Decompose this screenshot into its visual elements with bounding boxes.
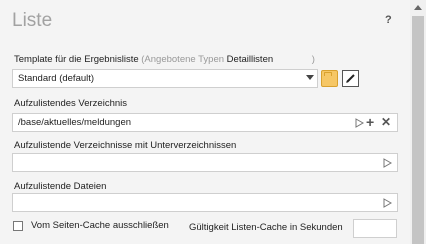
exclude-cache-label: Vom Seiten-Cache ausschließen <box>31 220 169 231</box>
directory-label: Aufzulistendes Verzeichnis <box>14 98 128 109</box>
page-title: Liste <box>12 10 53 31</box>
directory-value: /base/aktuelles/meldungen <box>18 117 132 128</box>
remove-icon[interactable]: ✕ <box>381 115 391 129</box>
vertical-scrollbar[interactable] <box>410 0 426 244</box>
add-icon[interactable]: + <box>366 115 374 129</box>
chevron-down-icon <box>306 75 314 80</box>
template-types-hint: (Angebotene Typen <box>141 54 225 65</box>
cache-validity-input[interactable] <box>353 219 397 238</box>
exclude-cache-checkbox[interactable] <box>13 221 23 231</box>
folder-icon[interactable] <box>321 70 338 87</box>
subdirs-input[interactable] <box>12 153 398 172</box>
template-label: Template für die Ergebnisliste (Angebote… <box>14 54 315 65</box>
triangle-select-icon[interactable] <box>383 198 392 208</box>
files-label: Aufzulistende Dateien <box>14 181 107 192</box>
subdirs-label: Aufzulistende Verzeichnisse mit Unterver… <box>14 140 237 151</box>
template-types-value: Detaillisten <box>226 54 274 65</box>
template-select[interactable]: Standard (default) <box>12 69 318 88</box>
help-icon[interactable]: ? <box>385 14 392 26</box>
triangle-select-icon[interactable] <box>383 158 392 168</box>
cache-validity-label: Gültigkeit Listen-Cache in Sekunden <box>189 222 343 233</box>
triangle-select-icon[interactable] <box>355 118 364 128</box>
arrow-up-icon[interactable] <box>414 5 422 10</box>
list-settings-panel: Liste ? Template für die Ergebnisliste (… <box>0 0 410 244</box>
files-input[interactable] <box>12 193 398 212</box>
template-select-value: Standard (default) <box>18 73 95 84</box>
directory-input[interactable]: /base/aktuelles/meldungen + ✕ <box>12 113 398 132</box>
scrollbar-thumb[interactable] <box>412 16 424 244</box>
edit-icon[interactable] <box>342 70 359 87</box>
template-label-text: Template für die Ergebnisliste <box>14 54 139 65</box>
template-types-close: ) <box>311 54 315 65</box>
